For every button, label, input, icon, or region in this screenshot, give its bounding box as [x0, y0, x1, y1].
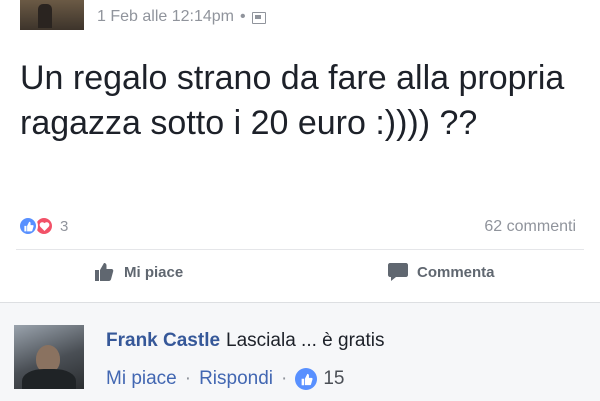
reactions-summary[interactable]: 3	[18, 216, 68, 236]
post-author-avatar[interactable]	[20, 0, 84, 30]
like-icon	[18, 216, 38, 236]
comment-bubble-icon	[388, 263, 408, 281]
post-meta: 1 Feb alle 12:14pm •	[97, 8, 266, 26]
comment-button-label: Commenta	[417, 263, 495, 281]
post-text: Un regalo strano da fare alla propria ra…	[20, 59, 565, 142]
meta-separator: •	[239, 8, 246, 25]
post-timestamp[interactable]: 1 Feb alle 12:14pm	[97, 8, 234, 26]
comment-action-separator: ·	[281, 368, 288, 389]
comment-actions: Mi piace · Rispondi · 15	[106, 368, 344, 390]
thumbs-up-icon	[95, 263, 114, 281]
comment-author-name[interactable]: Frank Castle	[106, 330, 220, 351]
comment-body: Frank Castle Lasciala ... è gratis	[106, 330, 384, 352]
comment-like-link[interactable]: Mi piace	[106, 368, 177, 390]
comment-text: Lasciala ... è gratis	[226, 330, 385, 351]
post-header: 1 Feb alle 12:14pm •	[0, 0, 600, 34]
commenter-avatar[interactable]	[14, 325, 84, 389]
like-button[interactable]: Mi piace	[94, 262, 183, 282]
like-button-label: Mi piace	[124, 263, 184, 281]
comment-like-count: 15	[323, 368, 345, 389]
comment-reply-link[interactable]: Rispondi	[199, 368, 273, 390]
divider	[16, 249, 584, 250]
comments-count-link[interactable]: 62 commenti	[484, 218, 576, 236]
reaction-count: 3	[60, 217, 69, 235]
comment-action-separator: ·	[184, 368, 192, 389]
comment-button[interactable]: Commenta	[387, 262, 495, 282]
friends-icon[interactable]	[251, 12, 266, 24]
like-icon[interactable]	[295, 368, 318, 390]
